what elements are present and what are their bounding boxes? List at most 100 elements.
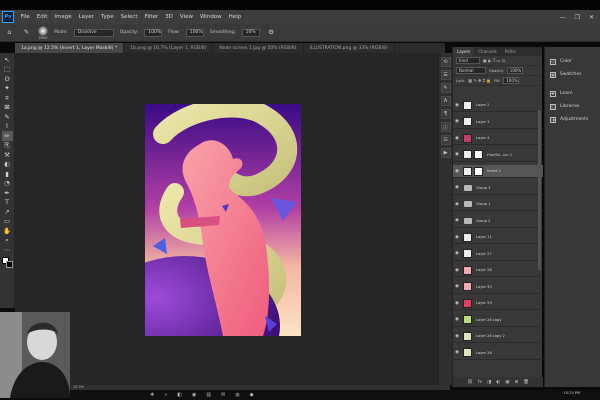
menu-file[interactable]: File — [17, 14, 33, 20]
visibility-eye-icon[interactable]: ◉ — [453, 119, 461, 124]
brush-tool-preset-icon[interactable]: ✎ — [21, 28, 32, 38]
history-panel-icon[interactable]: ⟲ — [440, 57, 451, 67]
menu-filter[interactable]: Filter — [141, 14, 162, 20]
menu-type[interactable]: Type — [97, 14, 117, 20]
system-clock[interactable]: 10:25 PM — [564, 391, 580, 395]
layer-mask-thumbnail[interactable] — [474, 150, 483, 159]
layer-opacity-field[interactable]: 100% — [506, 67, 523, 74]
minimize-icon[interactable]: — — [560, 14, 566, 21]
eraser-tool-icon[interactable]: ◐ — [2, 160, 13, 170]
menu-select[interactable]: Select — [117, 14, 141, 20]
link-layers-icon[interactable]: ⛓ — [467, 380, 473, 385]
start-icon[interactable]: ❖ — [150, 392, 154, 398]
frame-tool-icon[interactable]: ⊠ — [2, 103, 13, 113]
mode-select[interactable]: Dissolve — [73, 28, 114, 37]
layer-row[interactable]: ◉ Group 3 — [453, 182, 543, 195]
background-color-swatch[interactable] — [5, 260, 13, 268]
doc-tab-3[interactable]: Node screen 1.jpg @ 50% (RGB/8) — [213, 43, 304, 53]
character-panel-icon[interactable]: A — [440, 96, 451, 106]
close-icon[interactable]: ✕ — [589, 14, 594, 21]
healing-tool-icon[interactable]: ⌇ — [2, 122, 13, 132]
hand-tool-icon[interactable]: ✋ — [2, 226, 13, 236]
tab-layers[interactable]: Layers — [453, 47, 475, 56]
layers-scrollbar[interactable] — [538, 110, 541, 270]
layer-thumbnail[interactable] — [463, 348, 472, 357]
layer-row[interactable]: ◉ Hue/Sa...ion 1 — [453, 149, 543, 162]
layer-row[interactable]: ◉ Layer 11 — [453, 231, 543, 244]
panel-swatches[interactable]: ▦ Swatches — [545, 68, 600, 81]
path-select-tool-icon[interactable]: ↗ — [2, 207, 13, 217]
visibility-eye-icon[interactable]: ◉ — [453, 235, 461, 240]
marquee-tool-icon[interactable]: ⬚ — [2, 65, 13, 75]
visibility-eye-icon[interactable]: ◉ — [453, 284, 461, 289]
crop-tool-icon[interactable]: ⌗ — [2, 93, 13, 103]
new-layer-icon[interactable]: ⊞ — [514, 380, 518, 385]
layer-thumbnail[interactable] — [463, 265, 472, 275]
panel-color[interactable]: ◎ Color — [545, 55, 600, 68]
mail-icon[interactable]: ✉ — [221, 392, 225, 398]
paragraph-panel-icon[interactable]: ¶ — [440, 109, 451, 119]
layer-row[interactable]: ◉ Layer 26 copy — [453, 314, 543, 327]
visibility-eye-icon[interactable]: ◉ — [453, 251, 461, 256]
menu-window[interactable]: Window — [196, 14, 225, 20]
layer-row[interactable]: ◉ Layer 4 — [453, 132, 543, 145]
visibility-eye-icon[interactable]: ◉ — [453, 218, 461, 223]
menu-edit[interactable]: Edit — [33, 14, 51, 20]
adjustment-thumbnail[interactable] — [463, 150, 472, 159]
smoothing-field[interactable]: 10% — [241, 28, 260, 37]
color-swatches[interactable] — [1, 256, 13, 268]
new-group-icon[interactable]: ▣ — [505, 380, 509, 385]
gradient-tool-icon[interactable]: ▮ — [2, 169, 13, 179]
layer-row[interactable]: ◉ Invert 1 — [453, 165, 543, 178]
layer-row[interactable]: ◉ Layer 28 — [453, 264, 543, 277]
photoshop-taskbar-icon[interactable]: ◆ — [250, 392, 254, 398]
visibility-eye-icon[interactable]: ◉ — [453, 334, 461, 339]
layer-row[interactable]: ◉ Group 1 — [453, 198, 543, 211]
visibility-eye-icon[interactable]: ◉ — [453, 185, 461, 190]
visibility-eye-icon[interactable]: ◉ — [453, 136, 461, 141]
layer-row[interactable]: ◉ Layer 26 — [453, 347, 543, 360]
add-mask-icon[interactable]: ◨ — [487, 380, 491, 385]
layer-row[interactable]: ◉ Layer 27 — [453, 248, 543, 261]
settings-gear-icon[interactable]: ⚙ — [266, 28, 277, 38]
file-explorer-icon[interactable]: ▥ — [206, 392, 211, 398]
panel-libraries[interactable]: ◫ Libraries — [545, 100, 600, 113]
doc-tab-1[interactable]: 1a.png @ 12.5% (Invert 1, Layer Mask/8) … — [15, 43, 125, 53]
search-icon[interactable]: ⌕ — [164, 392, 167, 398]
menu-layer[interactable]: Layer — [75, 14, 97, 20]
app-icon[interactable]: ◍ — [235, 392, 239, 398]
menu-view[interactable]: View — [176, 14, 196, 20]
fill-field[interactable]: 100% — [503, 77, 520, 84]
filter-icons[interactable]: ▣ ◐ T ▭ ⊡ — [483, 58, 505, 63]
doc-tab-2[interactable]: 1b.png @ 16.7% (Layer 1, RGB/8) — [124, 43, 214, 53]
tab-paths[interactable]: Paths — [501, 47, 520, 56]
info-panel-icon[interactable]: ⓘ — [440, 122, 451, 132]
lock-icons[interactable]: ▩ ✎ ✥ ⌗ 🔒 — [468, 78, 491, 83]
type-tool-icon[interactable]: T — [2, 198, 13, 208]
layer-thumbnail[interactable] — [463, 282, 472, 291]
zoom-tool-icon[interactable]: ⌕ — [2, 236, 13, 246]
properties-panel-icon[interactable]: ☰ — [440, 70, 451, 80]
home-icon[interactable]: ⌂ — [4, 28, 15, 38]
eyedropper-tool-icon[interactable]: ✎ — [2, 112, 13, 122]
visibility-eye-icon[interactable]: ◉ — [453, 169, 461, 174]
flow-field[interactable]: 100% — [185, 28, 204, 37]
actions-panel-icon[interactable]: ▶ — [440, 148, 451, 158]
visibility-eye-icon[interactable]: ◉ — [453, 103, 461, 108]
layer-thumbnail[interactable] — [463, 232, 472, 242]
opacity-field[interactable]: 100% — [144, 28, 163, 37]
brush-tool-icon[interactable]: ✏ — [1, 131, 13, 141]
layer-thumbnail[interactable] — [463, 133, 472, 143]
panel-learn[interactable]: ✚ Learn — [545, 87, 600, 100]
menu-image[interactable]: Image — [51, 14, 75, 20]
layer-row[interactable]: ◉ Group 2 — [453, 215, 543, 228]
adjustment-layer-icon[interactable]: ◐ — [496, 380, 500, 385]
edit-toolbar-icon[interactable]: ⋯ — [2, 245, 13, 255]
layer-thumbnail[interactable] — [463, 117, 472, 126]
move-tool-icon[interactable]: ↖ — [2, 55, 13, 65]
panel-adjustments[interactable]: ◑ Adjustments — [545, 113, 600, 126]
layer-row[interactable]: ◉ Layer 3 — [453, 116, 543, 129]
tab-channels[interactable]: Channels — [474, 47, 501, 56]
history-brush-tool-icon[interactable]: ⚒ — [2, 150, 13, 160]
visibility-eye-icon[interactable]: ◉ — [453, 350, 461, 355]
